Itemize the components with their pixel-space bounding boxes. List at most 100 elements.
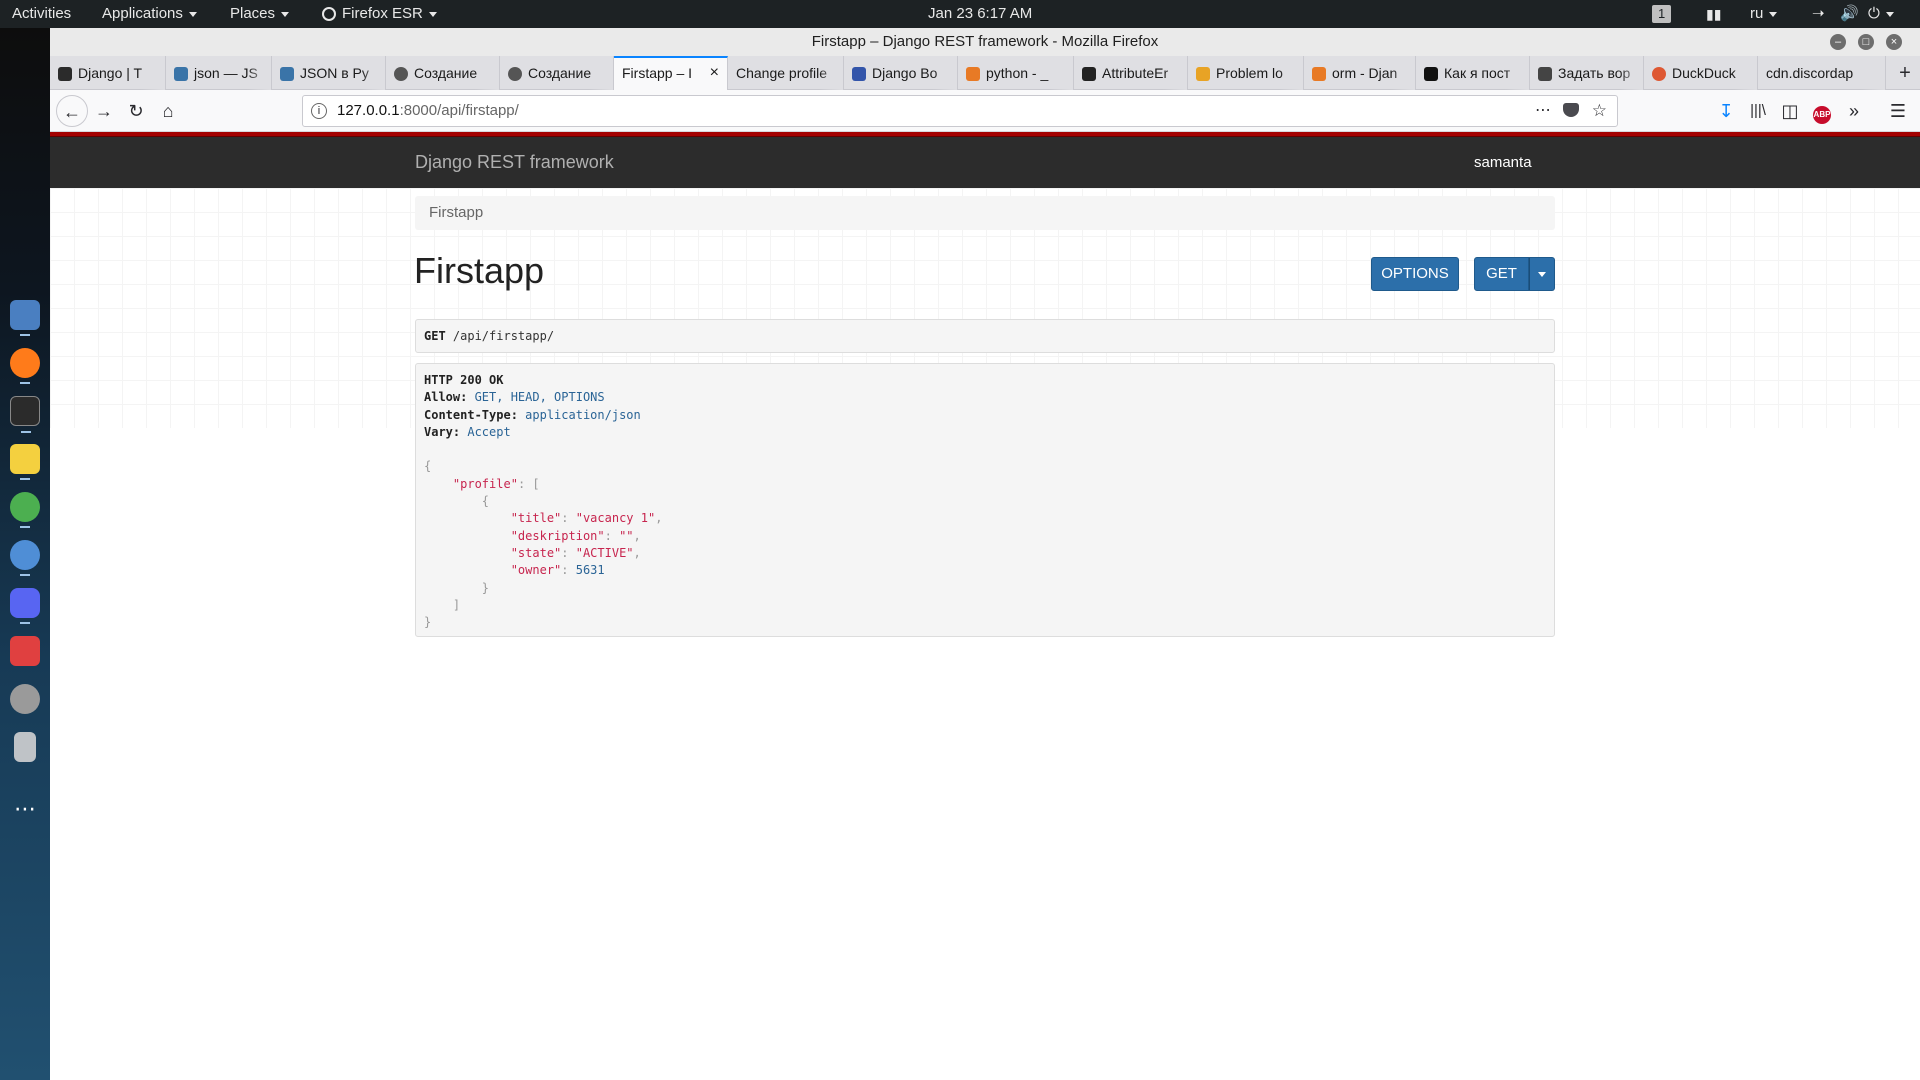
- terminal-icon[interactable]: [10, 396, 40, 433]
- tab[interactable]: AttributeEr: [1074, 56, 1188, 90]
- tab[interactable]: python - _: [958, 56, 1074, 90]
- tab[interactable]: Создание: [500, 56, 614, 90]
- trash-icon[interactable]: [14, 732, 36, 762]
- tab[interactable]: cdn.discordap: [1758, 56, 1886, 90]
- tab-title: Change profile: [736, 65, 828, 81]
- duckduckgo-icon: [1652, 67, 1666, 82]
- pocket-icon[interactable]: [1563, 103, 1579, 117]
- running-indicator: [20, 622, 30, 624]
- maximize-icon[interactable]: □: [1858, 34, 1874, 50]
- home-icon[interactable]: ⌂: [152, 95, 184, 127]
- running-indicator: [21, 431, 31, 433]
- site-info-icon[interactable]: i: [311, 103, 327, 120]
- tab[interactable]: Change profile: [728, 56, 844, 90]
- tab[interactable]: DuckDuck: [1644, 56, 1758, 90]
- json-value-owner: 5631: [575, 563, 605, 578]
- request-method: GET: [424, 329, 446, 343]
- favicon-icon: [1196, 67, 1210, 82]
- tab-fade: [1391, 56, 1415, 90]
- user-menu[interactable]: samanta: [1474, 137, 1532, 188]
- screenshot-icon[interactable]: [10, 636, 40, 666]
- reload-icon[interactable]: ↻: [120, 95, 152, 127]
- tab-title: Как я пост: [1444, 65, 1511, 81]
- chromium-icon[interactable]: [10, 540, 40, 576]
- url-bar[interactable]: i 127.0.0.1:8000/api/firstapp/ ⋯ ☆: [302, 95, 1618, 127]
- workspace-indicator[interactable]: 1: [1652, 0, 1672, 28]
- tab-close-icon[interactable]: ×: [710, 58, 719, 88]
- tab-fade: [933, 56, 957, 90]
- tab-fade: [1505, 56, 1529, 90]
- screen-recorder-icon[interactable]: ▮▮: [1706, 0, 1721, 28]
- close-icon[interactable]: ×: [1886, 34, 1902, 50]
- app-menu[interactable]: Firefox ESR: [322, 0, 437, 28]
- vary-header-label: Vary:: [424, 424, 461, 439]
- adblock-icon[interactable]: ABP: [1806, 95, 1838, 127]
- clock[interactable]: Jan 23 6:17 AM: [928, 0, 1032, 28]
- bookmark-star-icon[interactable]: ☆: [1592, 96, 1607, 126]
- app-menu-label: Firefox ESR: [342, 5, 423, 22]
- files-icon[interactable]: [10, 300, 40, 336]
- tab[interactable]: Django | T: [50, 56, 166, 90]
- tab-fade: [1163, 56, 1187, 90]
- back-icon[interactable]: ←: [56, 95, 88, 127]
- json-key-title: "title": [510, 511, 562, 526]
- favicon-icon: [394, 67, 408, 82]
- volume-icon[interactable]: 🔊: [1840, 0, 1859, 28]
- tab-strip: Django | T json — JS JSON в Py Создание …: [50, 56, 1920, 90]
- tab[interactable]: Problem lo: [1188, 56, 1304, 90]
- page-actions-icon[interactable]: ⋯: [1535, 96, 1551, 126]
- response-info: HTTP 200 OK Allow: GET, HEAD, OPTIONS Co…: [415, 363, 1555, 637]
- url-path: :8000/api/firstapp/: [399, 102, 519, 119]
- get-button[interactable]: GET: [1474, 257, 1529, 291]
- activities-button[interactable]: Activities: [12, 0, 71, 28]
- chevron-down-icon: [1885, 11, 1894, 17]
- tab[interactable]: Как я пост: [1416, 56, 1530, 90]
- discord-icon[interactable]: [10, 588, 40, 624]
- tab[interactable]: Задать вор: [1530, 56, 1644, 90]
- tab-active[interactable]: Firstapp – I ×: [614, 56, 728, 90]
- tab-fade: [1279, 56, 1303, 90]
- content-type-header-label: Content-Type:: [424, 407, 518, 422]
- format-dropdown-button[interactable]: [1529, 257, 1555, 291]
- atom-icon[interactable]: [10, 492, 40, 528]
- applications-menu[interactable]: Applications: [102, 0, 197, 28]
- tab[interactable]: orm - Djan: [1304, 56, 1416, 90]
- tab[interactable]: json — JS: [166, 56, 272, 90]
- tab-title: AttributeEr: [1102, 65, 1169, 81]
- firefox-icon: [322, 7, 336, 22]
- downloads-icon[interactable]: ↧: [1710, 95, 1742, 127]
- show-applications-icon[interactable]: ⋯: [10, 794, 40, 824]
- firefox-icon[interactable]: [10, 348, 40, 384]
- tab-fade: [1861, 56, 1885, 90]
- chevron-down-icon: [1769, 11, 1778, 17]
- minimize-icon[interactable]: –: [1830, 34, 1846, 50]
- hamburger-menu-icon[interactable]: ☰: [1882, 95, 1914, 127]
- applications-menu-label: Applications: [102, 5, 183, 22]
- sidebar-icon[interactable]: ◫: [1774, 95, 1806, 127]
- forward-icon[interactable]: →: [88, 95, 120, 127]
- network-icon[interactable]: ➝: [1812, 0, 1825, 28]
- tab[interactable]: Django Bo: [844, 56, 958, 90]
- json-value-state: "ACTIVE": [575, 545, 634, 560]
- tab-title: DuckDuck: [1672, 65, 1736, 81]
- power-icon[interactable]: ⏻: [1868, 0, 1894, 28]
- text-editor-icon[interactable]: [10, 444, 40, 480]
- drf-brand-link[interactable]: Django REST framework: [415, 137, 614, 188]
- language-indicator[interactable]: ru: [1750, 0, 1778, 28]
- stackoverflow-icon: [966, 67, 980, 82]
- gnome-top-bar: Activities Applications Places Firefox E…: [0, 0, 1920, 28]
- running-indicator: [20, 574, 30, 576]
- breadcrumb-item[interactable]: Firstapp: [429, 204, 483, 221]
- tab-title: JSON в Py: [300, 65, 369, 81]
- overflow-menu-icon[interactable]: »: [1838, 95, 1870, 127]
- places-menu[interactable]: Places: [230, 0, 290, 28]
- language-label: ru: [1750, 5, 1764, 22]
- library-icon[interactable]: |||\: [1742, 95, 1774, 127]
- options-button[interactable]: OPTIONS: [1371, 257, 1459, 291]
- places-menu-label: Places: [230, 5, 276, 22]
- json-key-owner: "owner": [510, 563, 562, 578]
- tab[interactable]: Создание: [386, 56, 500, 90]
- disks-icon[interactable]: [10, 684, 40, 714]
- tab[interactable]: JSON в Py: [272, 56, 386, 90]
- new-tab-icon[interactable]: +: [1890, 56, 1920, 90]
